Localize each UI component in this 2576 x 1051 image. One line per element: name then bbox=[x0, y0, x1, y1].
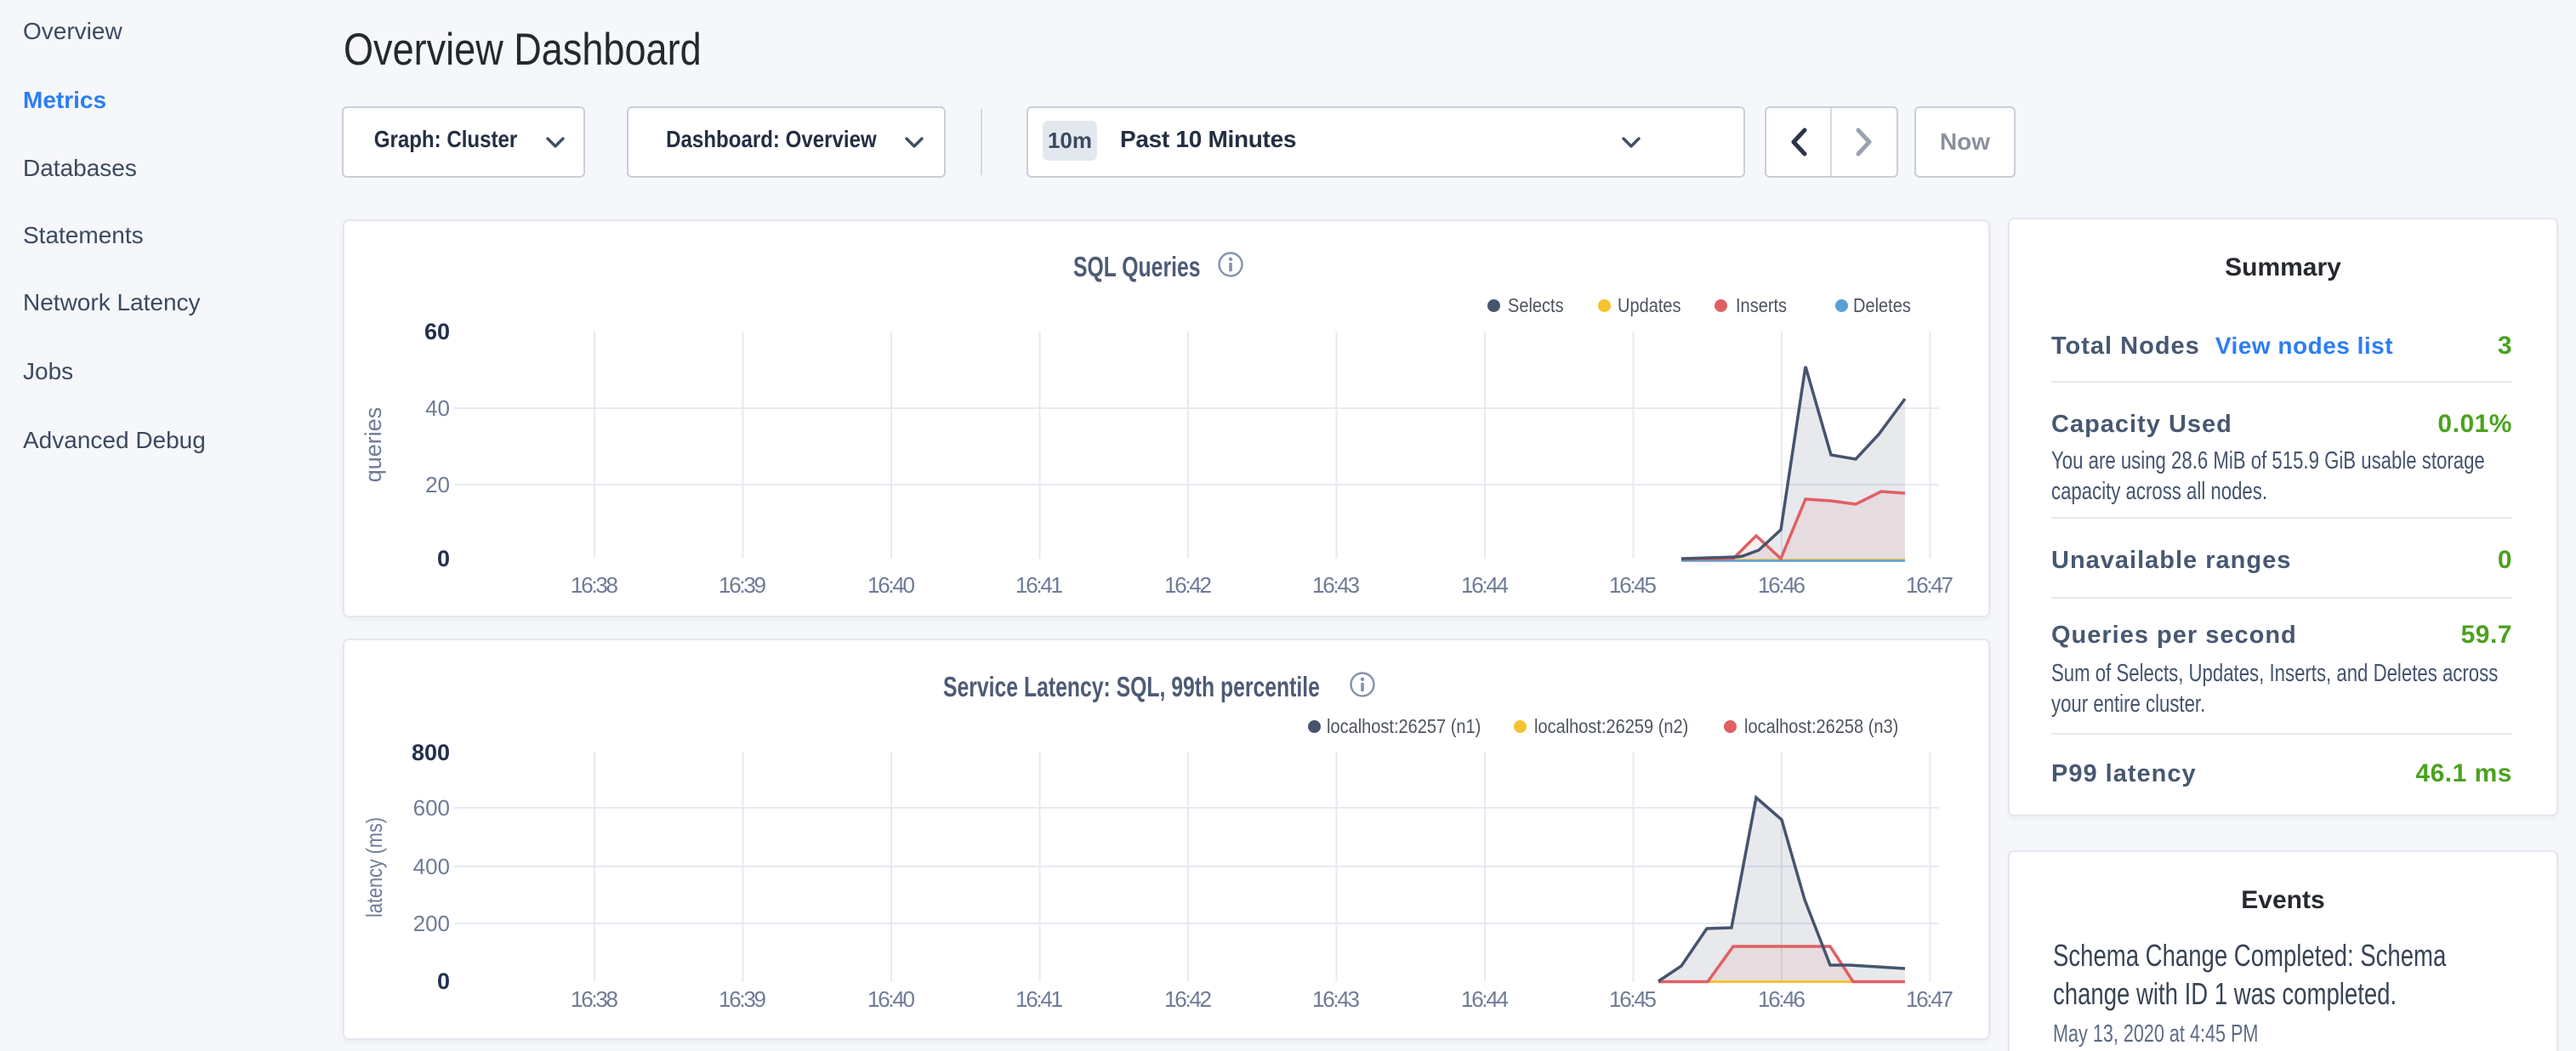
svg-text:600: 600 bbox=[413, 795, 450, 821]
svg-text:16:47: 16:47 bbox=[1906, 572, 1953, 598]
svg-text:40: 40 bbox=[425, 395, 450, 421]
svg-text:16:38: 16:38 bbox=[571, 572, 618, 598]
svg-text:queries: queries bbox=[361, 407, 386, 483]
svg-text:60: 60 bbox=[424, 319, 450, 344]
svg-text:16:47: 16:47 bbox=[1906, 986, 1953, 1012]
svg-text:16:39: 16:39 bbox=[719, 986, 766, 1012]
svg-text:0: 0 bbox=[437, 969, 450, 994]
svg-text:20: 20 bbox=[425, 472, 450, 497]
svg-text:16:46: 16:46 bbox=[1758, 572, 1805, 598]
svg-text:16:44: 16:44 bbox=[1461, 572, 1509, 598]
svg-text:16:45: 16:45 bbox=[1609, 572, 1657, 598]
svg-text:16:42: 16:42 bbox=[1164, 572, 1212, 598]
svg-text:16:41: 16:41 bbox=[1015, 986, 1063, 1012]
svg-text:400: 400 bbox=[413, 854, 450, 879]
svg-text:16:44: 16:44 bbox=[1461, 986, 1509, 1012]
svg-text:200: 200 bbox=[413, 911, 450, 936]
svg-text:16:38: 16:38 bbox=[571, 986, 618, 1012]
svg-text:latency (ms): latency (ms) bbox=[361, 817, 387, 917]
svg-text:16:39: 16:39 bbox=[719, 572, 766, 598]
svg-text:16:40: 16:40 bbox=[867, 986, 915, 1012]
svg-text:16:42: 16:42 bbox=[1164, 986, 1212, 1012]
svg-text:16:43: 16:43 bbox=[1312, 986, 1360, 1012]
svg-text:0: 0 bbox=[437, 546, 450, 571]
svg-text:16:43: 16:43 bbox=[1312, 572, 1360, 598]
svg-text:16:45: 16:45 bbox=[1609, 986, 1657, 1012]
svg-text:800: 800 bbox=[412, 740, 450, 765]
svg-text:16:41: 16:41 bbox=[1015, 572, 1063, 598]
svg-text:16:40: 16:40 bbox=[867, 572, 915, 598]
svg-text:16:46: 16:46 bbox=[1758, 986, 1805, 1012]
